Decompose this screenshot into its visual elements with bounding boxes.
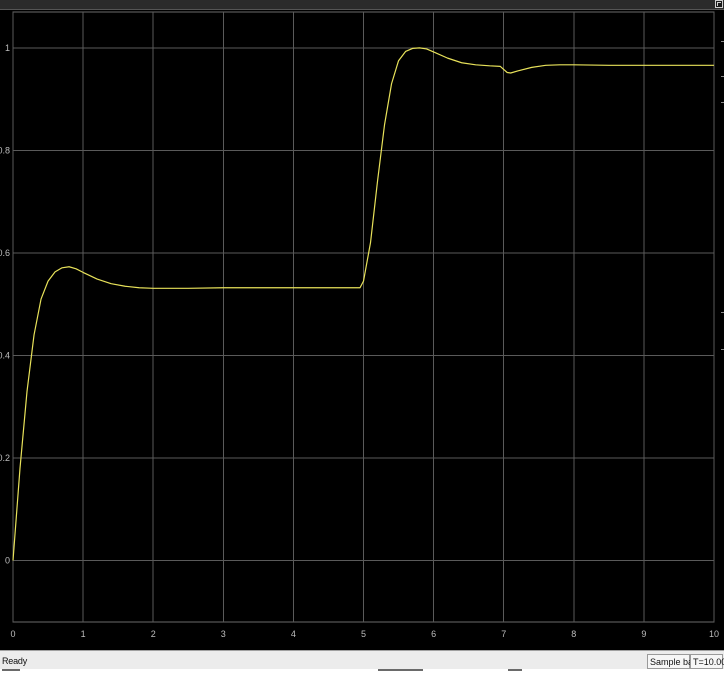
clipped-underlying-row: [0, 669, 724, 674]
scope-plot[interactable]: 0 1 2 3 4 5 6 7 8 9 10 0 0.2 0.4 0.6 0.8 1: [0, 0, 724, 650]
sample-mode-indicator: Sample based: [647, 654, 708, 669]
clipped-fragment: [2, 669, 20, 671]
x-tick-label: 1: [81, 629, 86, 639]
x-tick-label: 10: [709, 629, 719, 639]
x-tick-label: 4: [291, 629, 296, 639]
status-text: Ready: [2, 656, 28, 666]
scope-window: 0 1 2 3 4 5 6 7 8 9 10 0 0.2 0.4 0.6 0.8 1 Ready Sample …: [0, 0, 724, 674]
x-tick-label: 7: [501, 629, 506, 639]
x-tick-label: 2: [151, 629, 156, 639]
y-tick-label: 0: [5, 555, 10, 565]
y-tick-label: 1: [5, 43, 10, 53]
clipped-fragment: [378, 669, 423, 671]
x-tick-label: 0: [10, 629, 15, 639]
y-tick-label: 0.6: [0, 248, 10, 258]
y-tick-label: 0.4: [0, 350, 10, 360]
clipped-fragment: [508, 669, 522, 671]
simulation-time-indicator: T=10.000: [690, 654, 724, 669]
x-tick-label: 6: [431, 629, 436, 639]
x-tick-label: 8: [571, 629, 576, 639]
scope-toolbar-strip: [0, 0, 724, 10]
x-tick-label: 5: [361, 629, 366, 639]
y-tick-label: 0.2: [0, 453, 10, 463]
y-tick-label: 0.8: [0, 145, 10, 155]
x-tick-label: 3: [221, 629, 226, 639]
x-tick-label: 9: [641, 629, 646, 639]
